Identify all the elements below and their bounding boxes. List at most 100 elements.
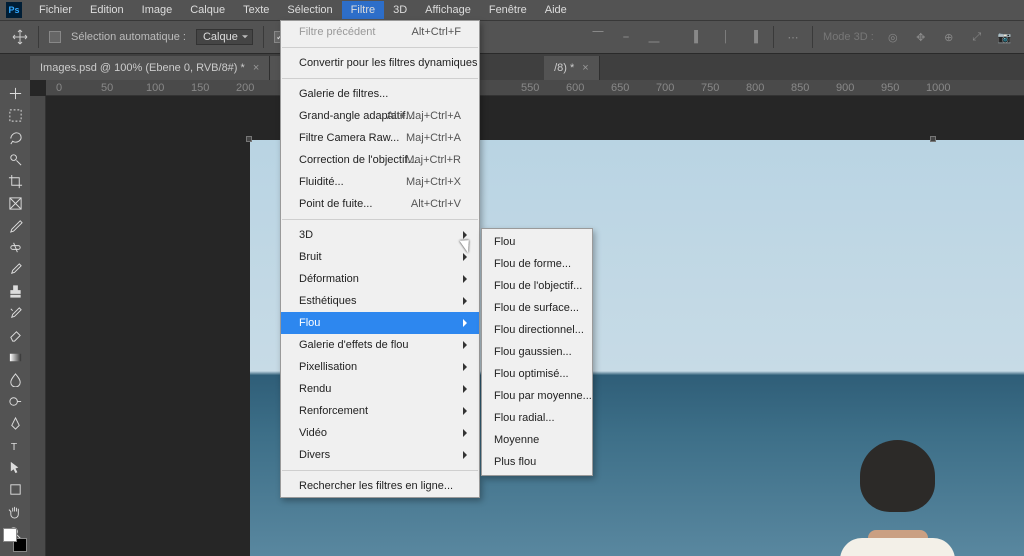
submenu-item-radial-blur[interactable]: Flou radial...	[482, 407, 592, 429]
auto-select-checkbox[interactable]	[49, 31, 61, 43]
quick-select-tool[interactable]	[2, 148, 28, 170]
chevron-right-icon	[463, 253, 471, 261]
tool-strip: T	[0, 80, 30, 556]
move-tool-icon	[12, 29, 28, 45]
chevron-right-icon	[463, 341, 471, 349]
transform-handle[interactable]	[246, 136, 252, 142]
gradient-tool[interactable]	[2, 346, 28, 368]
history-brush-tool[interactable]	[2, 302, 28, 324]
chevron-right-icon	[463, 429, 471, 437]
chevron-right-icon	[463, 407, 471, 415]
3d-move-icon[interactable]: ⊕	[940, 28, 958, 46]
close-icon[interactable]: ×	[253, 62, 259, 74]
layer-select[interactable]: Calque	[196, 29, 253, 45]
3d-pan-icon[interactable]: ✥	[912, 28, 930, 46]
menu-item-stylize[interactable]: Esthétiques	[281, 290, 479, 312]
distribute-icon[interactable]: ⋯	[784, 28, 802, 46]
stamp-tool[interactable]	[2, 280, 28, 302]
menu-item-camera-raw[interactable]: Filtre Camera Raw...Maj+Ctrl+A	[281, 127, 479, 149]
doc-tab[interactable]: Images.psd @ 100% (Ebene 0, RVB/8#) * ×	[30, 56, 270, 80]
align-bottom-icon[interactable]: ⎽	[645, 28, 663, 46]
submenu-item-gaussian-blur[interactable]: Flou gaussien...	[482, 341, 592, 363]
document-tab-bar: Images.psd @ 100% (Ebene 0, RVB/8#) * × …	[0, 54, 1024, 80]
submenu-item-surface-blur[interactable]: Flou de surface...	[482, 297, 592, 319]
submenu-item-average-blur[interactable]: Flou par moyenne...	[482, 385, 592, 407]
ruler-vertical	[30, 96, 46, 556]
menu-image[interactable]: Image	[133, 1, 182, 19]
app-logo: Ps	[6, 2, 22, 18]
menu-selection[interactable]: Sélection	[278, 1, 341, 19]
menu-item-adaptive-wide[interactable]: Grand-angle adaptatif...Alt+Maj+Ctrl+A	[281, 105, 479, 127]
submenu-item-smart-blur[interactable]: Flou optimisé...	[482, 363, 592, 385]
close-icon[interactable]: ×	[582, 62, 588, 74]
chevron-right-icon	[463, 451, 471, 459]
menu-item-vanishing-point[interactable]: Point de fuite...Alt+Ctrl+V	[281, 193, 479, 215]
ruler-horizontal: 0 50 100 150 200 250 550 600 650 700 750…	[46, 80, 1024, 96]
lasso-tool[interactable]	[2, 126, 28, 148]
menu-item-distort[interactable]: Déformation	[281, 268, 479, 290]
crop-tool[interactable]	[2, 170, 28, 192]
chevron-right-icon	[463, 297, 471, 305]
menu-fenetre[interactable]: Fenêtre	[480, 1, 536, 19]
3d-scale-icon[interactable]: ⤢	[968, 28, 986, 46]
align-hcenter-icon[interactable]: │	[717, 28, 735, 46]
submenu-item-blur[interactable]: Flou	[482, 231, 592, 253]
pen-tool[interactable]	[2, 412, 28, 434]
align-left-icon[interactable]: ▌	[689, 28, 707, 46]
menu-item-liquify[interactable]: Fluidité...Maj+Ctrl+X	[281, 171, 479, 193]
blur-tool[interactable]	[2, 368, 28, 390]
options-bar: Sélection automatique : Calque Options d…	[0, 20, 1024, 54]
menu-item-render[interactable]: Rendu	[281, 378, 479, 400]
menu-item-recent-filter[interactable]: Filtre précédentAlt+Ctrl+F	[281, 21, 479, 43]
menu-affichage[interactable]: Affichage	[416, 1, 480, 19]
menu-filtre[interactable]: Filtre	[342, 1, 384, 19]
menu-fichier[interactable]: Fichier	[30, 1, 81, 19]
menu-item-blur[interactable]: Flou	[281, 312, 479, 334]
frame-tool[interactable]	[2, 192, 28, 214]
menu-item-convert-smart[interactable]: Convertir pour les filtres dynamiques	[281, 52, 479, 74]
3d-orbit-icon[interactable]: ◎	[884, 28, 902, 46]
align-vcenter-icon[interactable]: ⎯	[617, 28, 635, 46]
hand-tool[interactable]	[2, 500, 28, 522]
dodge-tool[interactable]	[2, 390, 28, 412]
submenu-item-motion-blur[interactable]: Flou directionnel...	[482, 319, 592, 341]
menu-item-blur-gallery[interactable]: Galerie d'effets de flou	[281, 334, 479, 356]
menu-3d[interactable]: 3D	[384, 1, 416, 19]
menubar: Ps Fichier Edition Image Calque Texte Sé…	[0, 0, 1024, 20]
color-swatches[interactable]	[3, 528, 27, 552]
transform-handle[interactable]	[930, 136, 936, 142]
eyedropper-tool[interactable]	[2, 214, 28, 236]
menu-aide[interactable]: Aide	[536, 1, 576, 19]
heal-tool[interactable]	[2, 236, 28, 258]
marquee-tool[interactable]	[2, 104, 28, 126]
menu-item-3d[interactable]: 3D	[281, 224, 479, 246]
menu-item-other[interactable]: Divers	[281, 444, 479, 466]
submenu-item-average[interactable]: Moyenne	[482, 429, 592, 451]
menu-item-filter-gallery[interactable]: Galerie de filtres...	[281, 83, 479, 105]
chevron-right-icon	[463, 319, 471, 327]
menu-edition[interactable]: Edition	[81, 1, 133, 19]
menu-item-lens-correction[interactable]: Correction de l'objectif...Maj+Ctrl+R	[281, 149, 479, 171]
chevron-right-icon	[463, 231, 471, 239]
submenu-item-shape-blur[interactable]: Flou de forme...	[482, 253, 592, 275]
menu-item-video[interactable]: Vidéo	[281, 422, 479, 444]
menu-item-browse-online[interactable]: Rechercher les filtres en ligne...	[281, 475, 479, 497]
menu-texte[interactable]: Texte	[234, 1, 278, 19]
brush-tool[interactable]	[2, 258, 28, 280]
submenu-item-lens-blur[interactable]: Flou de l'objectif...	[482, 275, 592, 297]
blur-submenu: Flou Flou de forme... Flou de l'objectif…	[481, 228, 593, 476]
menu-calque[interactable]: Calque	[181, 1, 234, 19]
type-tool[interactable]: T	[2, 434, 28, 456]
shape-tool[interactable]	[2, 478, 28, 500]
3d-camera-icon[interactable]: 📷	[996, 28, 1014, 46]
submenu-item-blur-more[interactable]: Plus flou	[482, 451, 592, 473]
align-right-icon[interactable]: ▐	[745, 28, 763, 46]
menu-item-sharpen[interactable]: Renforcement	[281, 400, 479, 422]
align-top-icon[interactable]: ⎺	[589, 28, 607, 46]
menu-item-noise[interactable]: Bruit	[281, 246, 479, 268]
doc-tab[interactable]: /8) * ×	[544, 56, 600, 80]
menu-item-pixelate[interactable]: Pixellisation	[281, 356, 479, 378]
move-tool[interactable]	[2, 82, 28, 104]
path-select-tool[interactable]	[2, 456, 28, 478]
eraser-tool[interactable]	[2, 324, 28, 346]
